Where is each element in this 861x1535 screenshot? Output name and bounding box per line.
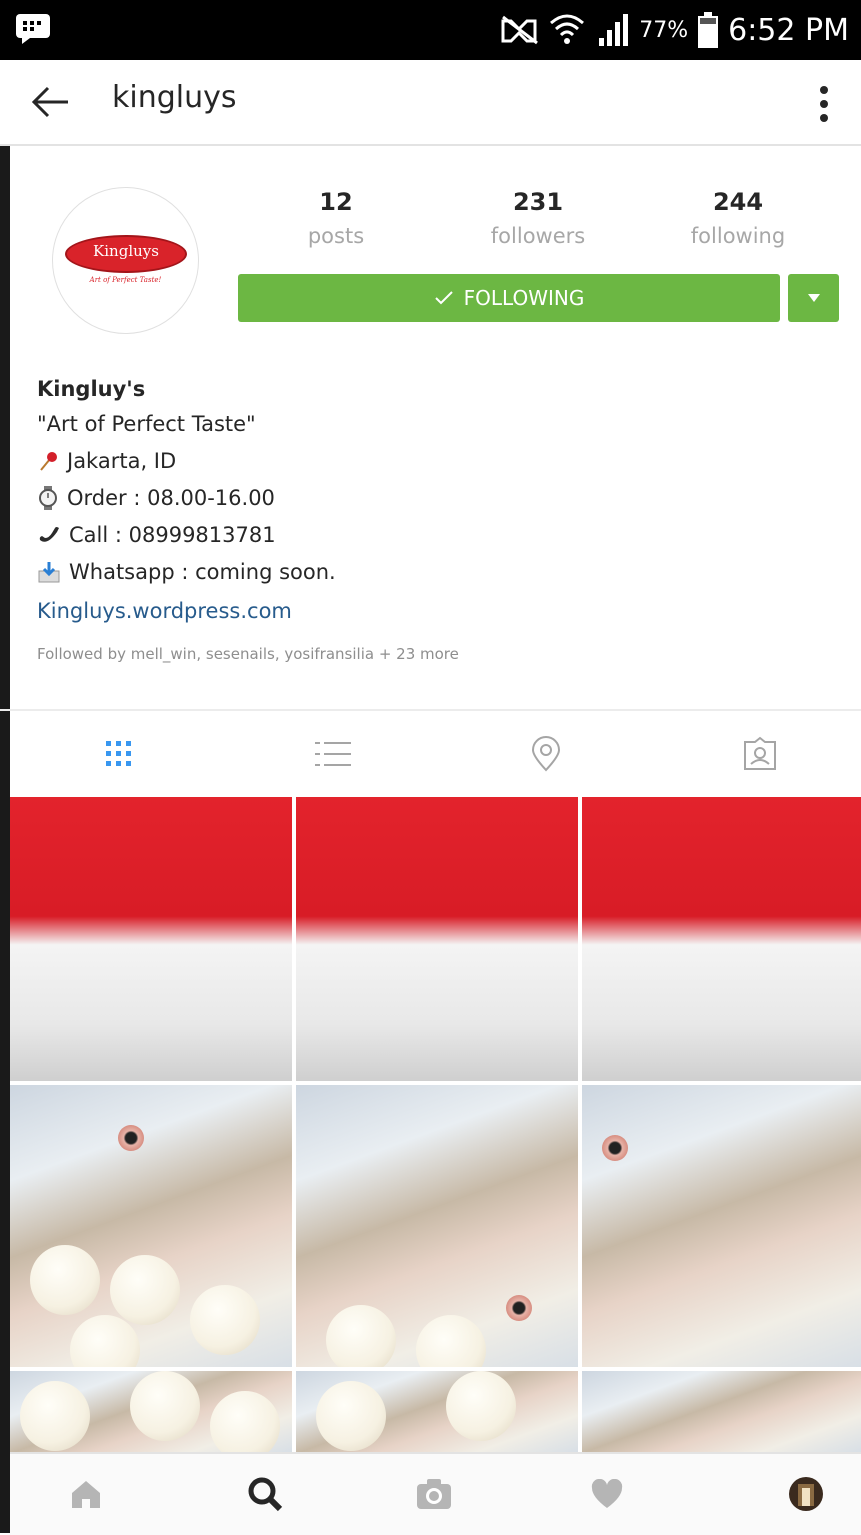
- bio-location-text: Jakarta, ID: [67, 449, 177, 473]
- location-icon: [531, 736, 561, 772]
- profile-name: Kingluy's: [37, 377, 146, 401]
- inbox-download-icon: [38, 562, 60, 583]
- nav-activity[interactable]: [585, 1472, 629, 1516]
- grid-post-fish-4[interactable]: [10, 1371, 292, 1452]
- tagged-icon: [744, 736, 776, 770]
- bio-order-text: Order : 08.00-16.00: [67, 486, 275, 510]
- bio-tagline: "Art of Perfect Taste": [37, 410, 837, 438]
- followers-stat[interactable]: 231 followers: [448, 188, 628, 248]
- bio-call-text: Call : 08999813781: [69, 523, 276, 547]
- posts-stat[interactable]: 12 posts: [246, 188, 426, 248]
- wifi-icon: [550, 14, 585, 44]
- grid-post-flag-3[interactable]: [582, 797, 861, 1081]
- camera-icon: [417, 1479, 451, 1509]
- following-button[interactable]: FOLLOWING: [238, 274, 780, 322]
- photo-grid: [10, 797, 861, 1452]
- profile-bio: Kingluy's "Art of Perfect Taste" Jakarta…: [37, 377, 837, 663]
- bio-tagline-text: "Art of Perfect Taste": [37, 412, 256, 436]
- suggestions-dropdown-button[interactable]: [788, 274, 839, 322]
- grid-post-flag-2[interactable]: [296, 797, 578, 1081]
- clock: 6:52 PM: [728, 12, 849, 48]
- grid-post-fish-5[interactable]: [296, 1371, 578, 1452]
- signal-icon: [599, 14, 629, 46]
- grid-post-fish-6[interactable]: [582, 1371, 861, 1452]
- chevron-down-icon: [807, 294, 820, 302]
- battery-icon: [698, 12, 719, 48]
- grid-post-fish-2[interactable]: [296, 1085, 578, 1367]
- search-icon: [248, 1477, 283, 1512]
- heart-icon: [591, 1479, 623, 1508]
- bio-whatsapp-text: Whatsapp : coming soon.: [69, 560, 336, 584]
- posts-count: 12: [319, 188, 353, 216]
- watch-icon: [39, 486, 57, 510]
- website-link[interactable]: Kingluys.wordpress.com: [37, 599, 837, 623]
- nav-camera[interactable]: [412, 1472, 456, 1516]
- tab-grid[interactable]: [99, 734, 139, 774]
- logo-text: Kingluys: [93, 242, 159, 260]
- following-label: following: [690, 224, 786, 248]
- tab-tagged[interactable]: [740, 734, 780, 774]
- bio-location: Jakarta, ID: [37, 447, 837, 475]
- page-title: kingluys: [112, 80, 237, 115]
- posts-label: posts: [307, 224, 365, 248]
- bottom-navigation: [10, 1452, 861, 1535]
- status-bar: 77% 6:52 PM: [0, 0, 861, 60]
- profile-avatar[interactable]: Kingluys Art of Perfect Taste!: [52, 187, 199, 334]
- profile-avatar-icon: [789, 1477, 823, 1511]
- followed-by-text[interactable]: Followed by mell_win, sesenails, yosifra…: [37, 645, 837, 663]
- battery-percent: 77%: [639, 17, 689, 43]
- section-divider: [0, 709, 861, 711]
- followers-count: 231: [512, 188, 564, 216]
- tab-location[interactable]: [526, 734, 566, 774]
- nav-profile[interactable]: [784, 1472, 828, 1516]
- logo-tagline: Art of Perfect Taste!: [89, 276, 162, 284]
- telephone-icon: [39, 527, 59, 542]
- app-header: kingluys: [0, 60, 861, 146]
- bio-whatsapp: Whatsapp : coming soon.: [37, 558, 837, 586]
- status-right: 77% 6:52 PM: [501, 6, 849, 54]
- nav-search[interactable]: [243, 1472, 287, 1516]
- checkmark-icon: [434, 291, 453, 305]
- followers-label: followers: [490, 224, 586, 248]
- more-options-icon[interactable]: [806, 82, 842, 126]
- kingluys-logo: Kingluys: [65, 235, 187, 273]
- list-icon: [315, 742, 351, 766]
- following-count: 244: [712, 188, 764, 216]
- grid-post-fish-3[interactable]: [582, 1085, 861, 1367]
- message-notification-icon: [16, 14, 50, 44]
- nav-home[interactable]: [64, 1472, 108, 1516]
- screen-frame-edge: [0, 60, 10, 1533]
- mute-icon: [501, 15, 539, 45]
- grid-icon: [106, 741, 131, 766]
- pushpin-icon: [40, 452, 57, 471]
- following-stat[interactable]: 244 following: [648, 188, 828, 248]
- tab-list[interactable]: [313, 734, 353, 774]
- grid-post-flag-1[interactable]: [10, 797, 292, 1081]
- bio-call: Call : 08999813781: [37, 521, 837, 549]
- grid-post-fish-1[interactable]: [10, 1085, 292, 1367]
- following-button-label: FOLLOWING: [463, 286, 585, 310]
- home-icon: [72, 1481, 100, 1508]
- bio-order: Order : 08.00-16.00: [37, 484, 837, 512]
- back-arrow-icon[interactable]: [28, 82, 72, 122]
